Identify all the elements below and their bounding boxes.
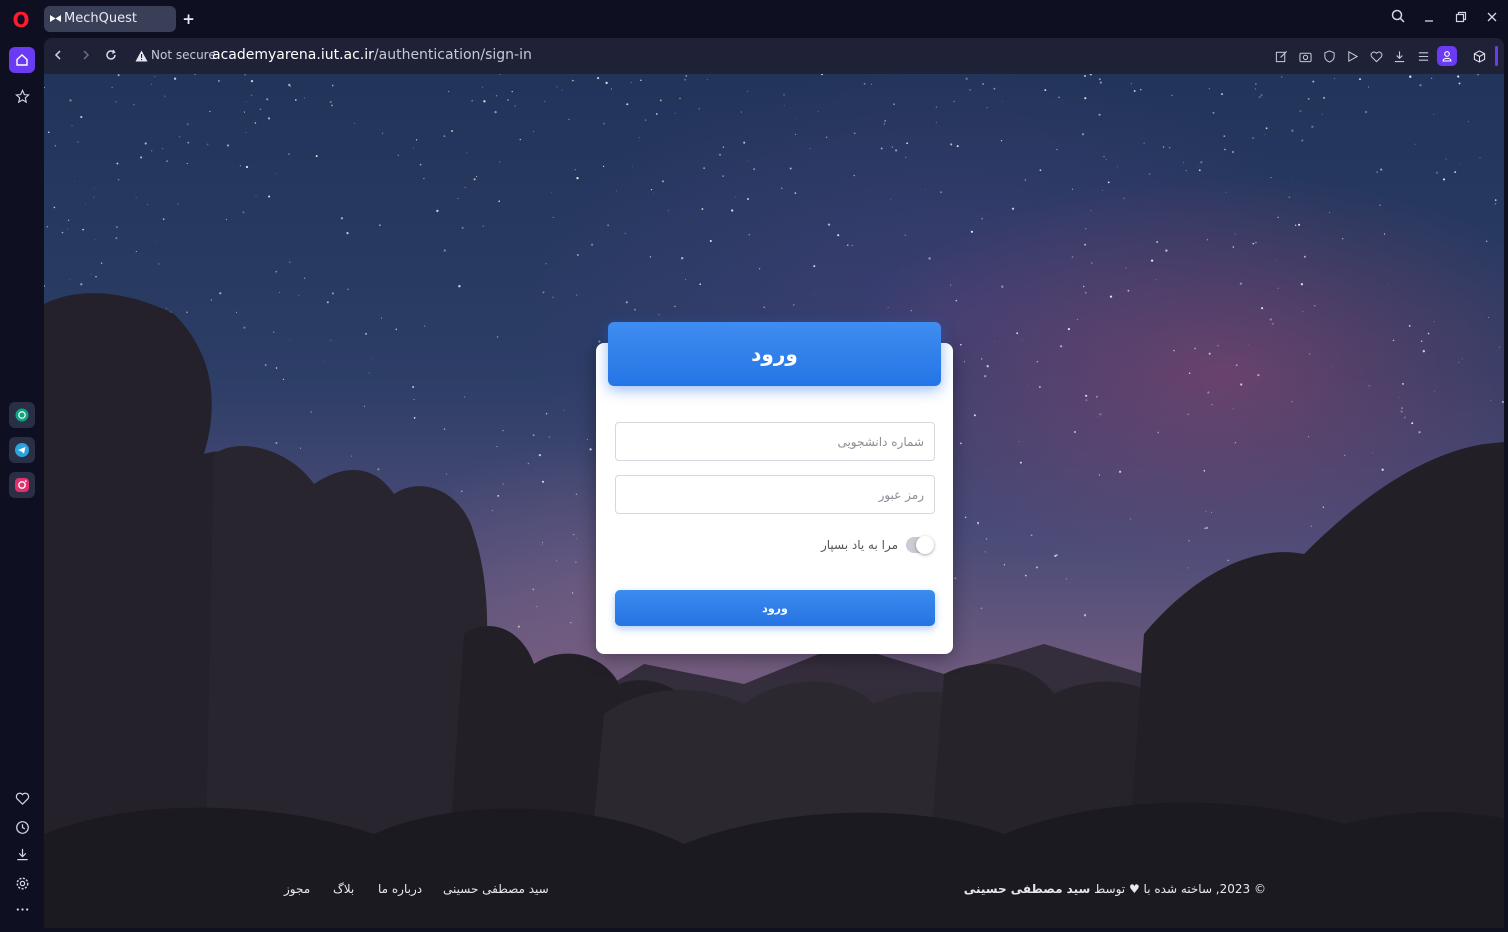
sidebar-indicator	[1495, 46, 1498, 66]
warning-icon	[135, 50, 148, 62]
edit-page-icon[interactable]	[1272, 47, 1290, 65]
bookmarks-icon[interactable]	[9, 83, 35, 109]
more-icon[interactable]	[9, 896, 35, 922]
downloads-icon[interactable]	[9, 841, 35, 867]
back-icon[interactable]	[49, 47, 67, 65]
chatgpt-icon[interactable]	[9, 402, 35, 428]
easy-setup-icon[interactable]	[1414, 47, 1432, 65]
remember-me-label: مرا به یاد بسپار	[820, 538, 898, 552]
restore-icon[interactable]	[1450, 8, 1472, 30]
student-id-input[interactable]	[615, 422, 935, 461]
url-field[interactable]: academyarena.iut.ac.ir/authentication/si…	[212, 47, 532, 63]
home-icon[interactable]	[9, 47, 35, 73]
login-layer: ورود مرا به یاد بسپار ورود	[44, 74, 1504, 928]
search-tabs-icon[interactable]	[1387, 8, 1409, 30]
shield-icon[interactable]	[1320, 47, 1338, 65]
opera-logo-icon[interactable]: O	[10, 9, 32, 31]
tab-title: MechQuest	[64, 11, 137, 26]
sign-in-button[interactable]: ورود	[615, 590, 935, 626]
telegram-icon[interactable]	[9, 437, 35, 463]
url-host: academyarena.iut.ac.ir	[212, 47, 374, 63]
extensions-cube-icon[interactable]	[1470, 47, 1488, 65]
my-flow-heart-icon[interactable]	[1367, 47, 1385, 65]
bowtie-favicon-icon	[50, 15, 61, 22]
heart-icon[interactable]	[9, 785, 35, 811]
history-icon[interactable]	[9, 814, 35, 840]
tab-mechquest[interactable]: MechQuest	[44, 6, 176, 32]
forward-icon[interactable]	[77, 47, 95, 65]
settings-icon[interactable]	[9, 870, 35, 896]
instagram-icon[interactable]	[9, 472, 35, 498]
player-icon[interactable]	[1343, 47, 1361, 65]
snapshot-icon[interactable]	[1296, 47, 1314, 65]
close-icon[interactable]	[1481, 8, 1503, 30]
download-icon[interactable]	[1390, 47, 1408, 65]
toggle-knob	[916, 536, 934, 554]
password-input[interactable]	[615, 475, 935, 514]
url-path: /authentication/sign-in	[373, 47, 532, 63]
address-bar: Not secure academyarena.iut.ac.ir/authen…	[44, 38, 1504, 74]
new-tab-button[interactable]: +	[181, 12, 196, 27]
login-title: ورود	[608, 322, 941, 386]
security-status[interactable]: Not secure	[151, 48, 216, 62]
minimize-icon[interactable]	[1418, 8, 1440, 30]
remember-me-toggle[interactable]	[906, 536, 934, 554]
browser-sidebar	[0, 38, 42, 932]
profile-icon[interactable]	[1437, 46, 1457, 66]
reload-icon[interactable]	[102, 47, 120, 65]
browser-top-bar: O MechQuest +	[0, 0, 1508, 38]
